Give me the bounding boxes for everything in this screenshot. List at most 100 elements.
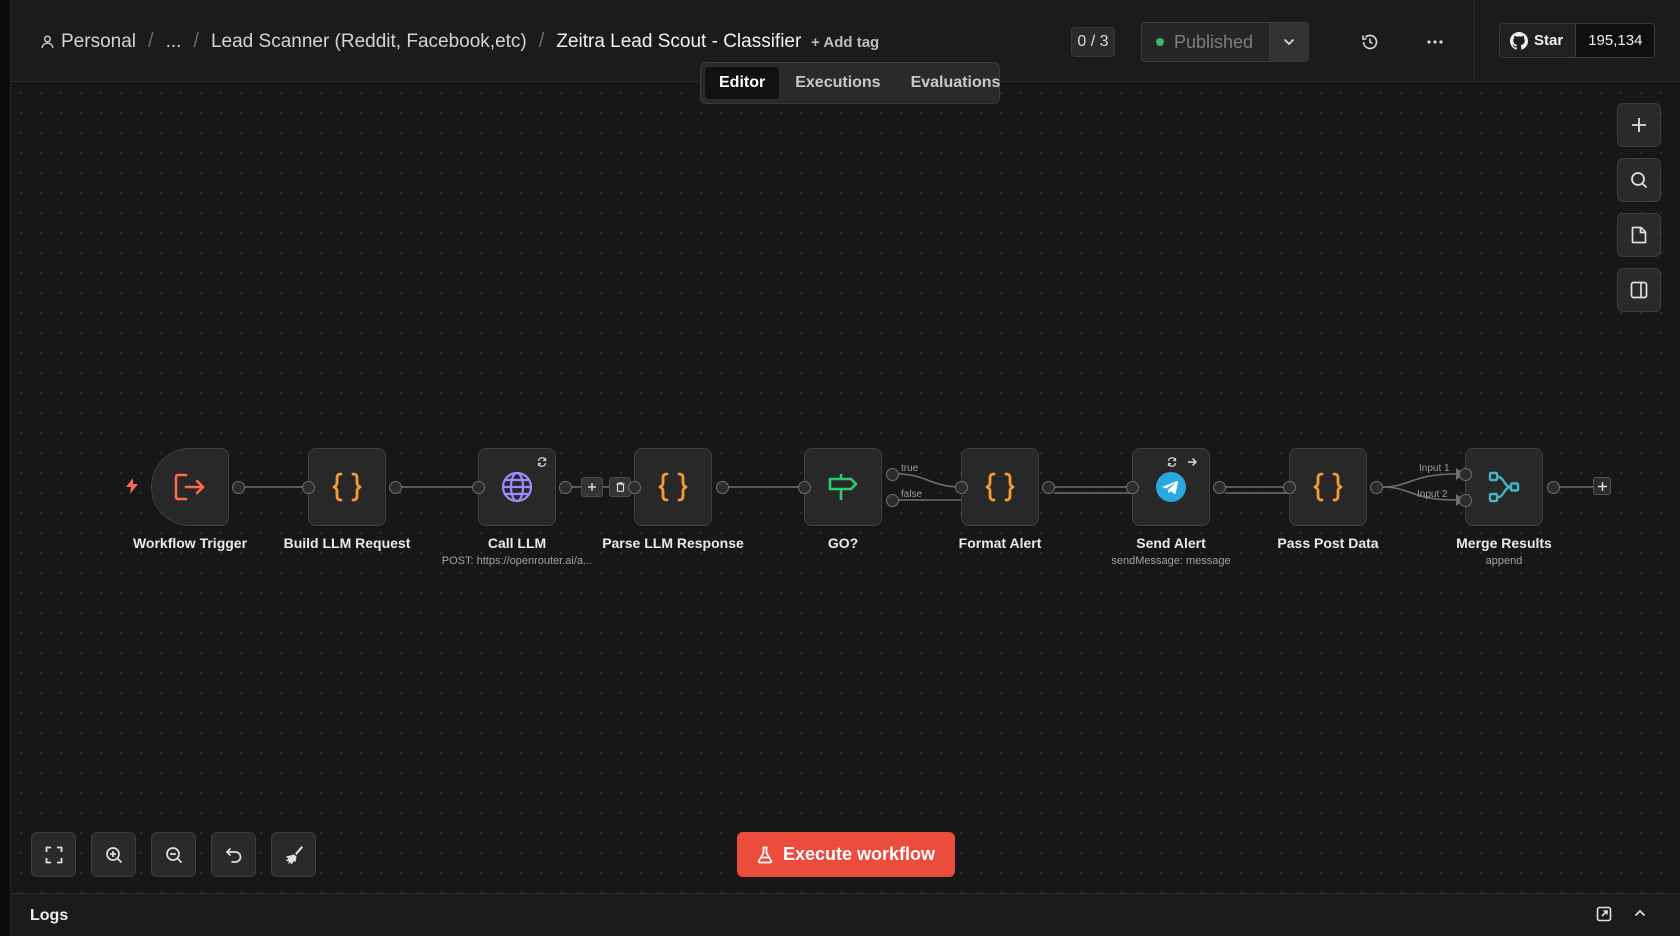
more-options-button[interactable] [1421, 28, 1449, 56]
workflow-name[interactable]: Zeitra Lead Scout - Classifier [556, 31, 801, 53]
add-next-node-button[interactable] [1593, 477, 1611, 495]
fit-view-button[interactable] [31, 832, 76, 877]
breadcrumb-owner-label: Personal [61, 30, 136, 52]
canvas-side-toolbar [1617, 103, 1661, 312]
search-nodes-button[interactable] [1617, 158, 1661, 202]
breadcrumb-separator: / [538, 30, 545, 52]
node-go-if[interactable] [804, 448, 882, 526]
publish-options-dropdown[interactable] [1269, 22, 1309, 62]
node-label: Merge Results [1456, 535, 1552, 551]
app: Personal / ... / Lead Scanner (Reddit, F… [11, 0, 1680, 936]
chevron-down-icon [1283, 38, 1295, 46]
zoom-out-button[interactable] [151, 832, 196, 877]
tidy-up-button[interactable] [271, 832, 316, 877]
github-star-count: 195,134 [1576, 24, 1655, 57]
workflow-canvas[interactable]: Workflow Trigger Build LLM Request Call … [11, 83, 1680, 893]
breadcrumb-ellipsis[interactable]: ... [166, 31, 182, 53]
input-handle[interactable] [955, 481, 968, 494]
input-1-handle[interactable] [1459, 468, 1472, 481]
node-call-llm[interactable] [478, 448, 556, 526]
execute-workflow-label: Execute workflow [782, 844, 936, 864]
chevron-up-icon[interactable] [1633, 906, 1647, 920]
node-format-alert[interactable] [961, 448, 1039, 526]
output-handle[interactable] [1213, 481, 1226, 494]
output-handle[interactable] [1370, 481, 1383, 494]
node-pass-post-data[interactable] [1289, 448, 1367, 526]
node-send-alert[interactable] [1132, 448, 1210, 526]
code-braces-icon [985, 472, 1015, 502]
output-handle[interactable] [389, 481, 402, 494]
edge-pass-merge-1 [1381, 473, 1457, 488]
node-workflow-trigger[interactable] [151, 448, 229, 526]
search-icon [1631, 172, 1648, 189]
published-button[interactable]: Published [1141, 22, 1269, 62]
breadcrumb-separator: / [193, 30, 199, 52]
input-handle[interactable] [798, 481, 811, 494]
input-2-handle[interactable] [1459, 494, 1472, 507]
logs-panel[interactable]: Logs [11, 893, 1680, 936]
execute-workflow-button[interactable]: Execute workflow [737, 832, 955, 877]
github-star-widget[interactable]: Star 195,134 [1499, 23, 1656, 58]
input-1-label: Input 1 [1419, 463, 1450, 474]
output-handle[interactable] [1042, 481, 1055, 494]
true-output-handle[interactable] [886, 468, 899, 481]
plus-icon [1632, 118, 1646, 132]
input-handle[interactable] [1283, 481, 1296, 494]
tab-editor[interactable]: Editor [705, 67, 780, 99]
header-divider [1474, 0, 1475, 82]
activity-counter[interactable]: 0 / 3 [1071, 27, 1115, 57]
add-tag-button[interactable]: + Add tag [811, 34, 879, 51]
plus-icon [588, 483, 596, 491]
sticky-note-button[interactable] [1617, 213, 1661, 257]
signpost-icon [828, 474, 858, 500]
panel-right-icon [1630, 281, 1648, 299]
input-handle[interactable] [472, 481, 485, 494]
input-2-label: Input 2 [1417, 489, 1448, 500]
retry-icon [1167, 457, 1177, 467]
tab-evaluations[interactable]: Evaluations [897, 67, 1015, 99]
undo-icon [225, 847, 241, 863]
output-handle[interactable] [559, 481, 572, 494]
trigger-bolt-icon [126, 478, 138, 494]
view-tabs: Editor Executions Evaluations [700, 62, 1000, 104]
false-output-handle[interactable] [886, 494, 899, 507]
output-handle[interactable] [1547, 481, 1560, 494]
fullscreen-icon [45, 846, 62, 863]
add-node-button[interactable] [581, 477, 603, 497]
trash-icon [616, 482, 624, 492]
zoom-in-icon [105, 846, 122, 863]
github-icon [1510, 31, 1528, 50]
add-node-panel-button[interactable] [1617, 103, 1661, 147]
sticky-note-icon [1631, 226, 1647, 244]
zoom-in-button[interactable] [91, 832, 136, 877]
node-label: Format Alert [958, 535, 1042, 551]
version-history-button[interactable] [1356, 28, 1384, 56]
merge-icon [1488, 471, 1520, 503]
edge-go-true-format [897, 473, 962, 488]
toggle-side-panel-button[interactable] [1617, 268, 1661, 312]
output-handle[interactable] [716, 481, 729, 494]
tab-executions[interactable]: Executions [781, 67, 894, 99]
logs-title: Logs [30, 907, 69, 924]
left-edge [0, 0, 11, 936]
input-handle[interactable] [302, 481, 315, 494]
input-handle[interactable] [1126, 481, 1139, 494]
reset-zoom-button[interactable] [211, 832, 256, 877]
zoom-out-icon [165, 846, 182, 863]
arrow-right-icon [1188, 457, 1197, 467]
published-label: Published [1174, 31, 1254, 52]
node-label: Parse LLM Response [602, 535, 744, 551]
node-merge-results[interactable] [1465, 448, 1543, 526]
node-label: Build LLM Request [283, 535, 411, 551]
node-parse-llm-response[interactable] [634, 448, 712, 526]
history-icon [1362, 34, 1378, 50]
node-build-llm-request[interactable] [308, 448, 386, 526]
breadcrumb-folder[interactable]: Lead Scanner (Reddit, Facebook,etc) [211, 31, 527, 53]
pop-out-icon[interactable] [1596, 906, 1612, 922]
node-subtitle: POST: https://openrouter.ai/a... [441, 555, 593, 567]
input-handle[interactable] [628, 481, 641, 494]
github-star-button[interactable]: Star [1500, 24, 1577, 57]
breadcrumb-owner[interactable]: Personal [41, 31, 136, 53]
user-icon [41, 35, 54, 48]
output-handle[interactable] [232, 481, 245, 494]
